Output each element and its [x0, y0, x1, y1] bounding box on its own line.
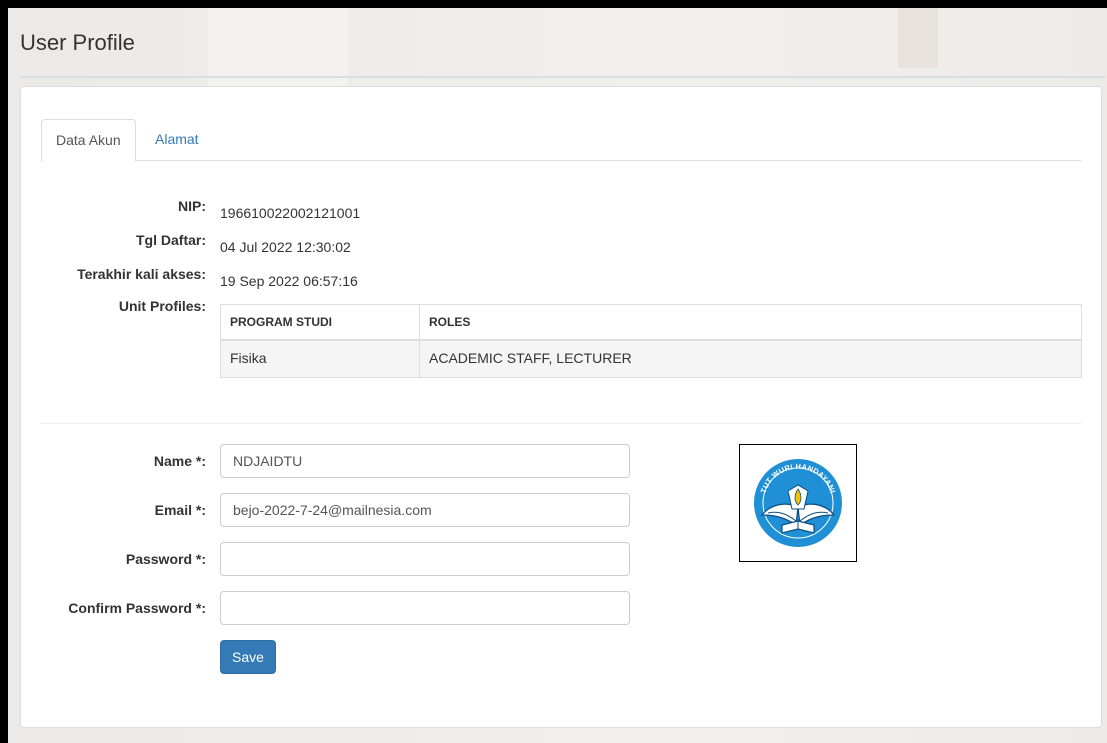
table-row: Fisika ACADEMIC STAFF, LECTURER [221, 341, 1081, 377]
registered-value: 04 Jul 2022 12:30:02 [220, 239, 351, 255]
name-label: Name *: [153, 453, 206, 469]
program-studi-cell: Fisika [230, 350, 267, 366]
tab-bar: Data Akun Alamat [41, 119, 1081, 162]
confirm-password-label: Confirm Password *: [68, 600, 206, 616]
profile-panel: Data Akun Alamat NIP: 196610022002121001… [20, 86, 1102, 728]
registered-label: Tgl Daftar: [136, 232, 206, 248]
table-header-row: PROGRAM STUDI ROLES [221, 305, 1081, 341]
email-label: Email *: [154, 502, 206, 518]
tab-data-akun[interactable]: Data Akun [41, 119, 136, 162]
column-header-program-studi: PROGRAM STUDI [230, 315, 332, 329]
confirm-password-input[interactable] [220, 591, 630, 625]
last-access-value: 19 Sep 2022 06:57:16 [220, 273, 358, 289]
name-input[interactable] [220, 444, 630, 478]
last-access-label: Terakhir kali akses: [77, 266, 206, 282]
tut-wuri-handayani-emblem-icon: TUT WURI HANDAYANI [754, 459, 842, 547]
profile-logo: TUT WURI HANDAYANI [739, 444, 857, 562]
table-column-divider [419, 305, 420, 377]
unit-profiles-table: PROGRAM STUDI ROLES Fisika ACADEMIC STAF… [220, 304, 1082, 378]
section-divider [41, 423, 1081, 424]
email-input[interactable] [220, 493, 630, 527]
page-title: User Profile [20, 30, 135, 55]
password-input[interactable] [220, 542, 630, 576]
column-header-roles: ROLES [429, 315, 471, 329]
password-label: Password *: [125, 551, 206, 567]
tab-alamat[interactable]: Alamat [141, 119, 213, 159]
app-window: User Profile Data Akun Alamat NIP: 19661… [8, 8, 1107, 743]
nip-value: 196610022002121001 [220, 205, 361, 221]
unit-profiles-label: Unit Profiles: [118, 298, 206, 314]
roles-cell: ACADEMIC STAFF, LECTURER [429, 350, 632, 366]
title-divider [20, 76, 1105, 78]
save-button[interactable]: Save [220, 640, 276, 674]
nip-label: NIP: [178, 198, 206, 214]
